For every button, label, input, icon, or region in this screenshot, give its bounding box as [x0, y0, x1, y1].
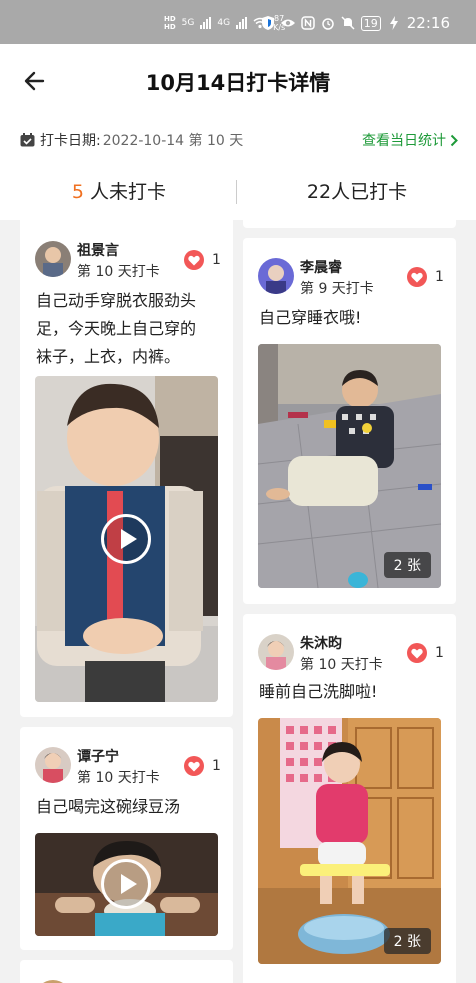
post-card[interactable]: 李晨睿 第 9 天打卡 1 自己穿睡衣哦! 2 张: [243, 238, 456, 604]
nfc-icon: [301, 16, 315, 30]
like-button[interactable]: 1: [184, 250, 221, 270]
image-count-badge: 2 张: [383, 552, 431, 578]
alarm-icon: [321, 16, 335, 30]
like-count: 1: [212, 758, 221, 774]
play-icon[interactable]: [101, 514, 151, 564]
page-title: 10月14日打卡详情: [145, 71, 331, 95]
eye-icon: [280, 16, 295, 30]
status-bar-right: 19 22:16: [261, 14, 450, 32]
user-name[interactable]: 朱沐昀: [300, 633, 342, 653]
tab-unchecked[interactable]: 5 人未打卡: [0, 174, 238, 210]
avatar[interactable]: [35, 747, 71, 783]
tab-divider: [236, 180, 237, 204]
unchecked-count: 5: [71, 181, 85, 203]
heart-icon: [184, 250, 204, 270]
post-card[interactable]: 谭子宁 第 10 天打卡 1 自己喝完这碗绿豆汤: [20, 727, 233, 950]
signal-bars-icon: [236, 17, 248, 29]
page-header: 10月14日打卡详情 打卡日期: 2022-10-14 第 10 天 查看当日统…: [0, 44, 476, 220]
like-button[interactable]: 1: [407, 267, 444, 287]
post-image[interactable]: 2 张: [258, 344, 441, 588]
like-button[interactable]: 1: [184, 756, 221, 776]
video-thumbnail[interactable]: [35, 376, 218, 702]
like-count: 1: [435, 645, 444, 661]
like-button[interactable]: 1: [407, 643, 444, 663]
post-text: 自己穿睡衣哦!: [259, 308, 362, 327]
mute-icon: [341, 16, 355, 30]
checkin-date-label: 打卡日期:: [40, 133, 101, 149]
like-count: 1: [435, 269, 444, 285]
signal-4g-label: 4G: [217, 18, 231, 28]
video-thumbnail[interactable]: [35, 833, 218, 936]
post-card-tail: [243, 216, 456, 228]
checkin-date-value: 2022-10-14 第 10 天: [102, 133, 244, 149]
checkin-tabs: 5 人未打卡 22人已打卡: [0, 174, 476, 210]
user-name[interactable]: 谭子宁: [77, 746, 119, 766]
heart-icon: [184, 756, 204, 776]
daily-stats-link[interactable]: 查看当日统计: [362, 130, 458, 150]
checkin-day: 第 9 天打卡: [300, 281, 374, 297]
hd-indicator: HD HD: [164, 15, 176, 31]
signal-5g-label: 5G: [181, 18, 195, 28]
user-name[interactable]: 祖景言: [77, 240, 119, 260]
unchecked-label: 人未打卡: [84, 181, 167, 203]
avatar[interactable]: [258, 634, 294, 670]
heart-icon: [407, 643, 427, 663]
post-text: 自己动手穿脱衣服劲头 足，今天晚上自己穿的 袜子，上衣，内裤。: [36, 291, 197, 366]
checkin-day: 第 10 天打卡: [300, 657, 383, 673]
charging-icon: [387, 16, 401, 30]
calendar-icon: [20, 133, 35, 147]
daily-stats-link-label: 查看当日统计: [362, 133, 446, 149]
play-icon[interactable]: [101, 859, 151, 909]
post-card[interactable]: 朱沐昀 第 10 天打卡 1 睡前自己洗脚啦! 2 张: [243, 614, 456, 983]
like-count: 1: [212, 252, 221, 268]
checkin-date-row: 打卡日期: 2022-10-14 第 10 天: [20, 130, 243, 150]
heart-icon: [407, 267, 427, 287]
checkin-day: 第 10 天打卡: [77, 770, 160, 786]
avatar[interactable]: [35, 241, 71, 277]
checked-label: 22人已打卡: [306, 181, 408, 203]
tab-checked[interactable]: 22人已打卡: [238, 174, 476, 210]
post-text: 自己喝完这碗绿豆汤: [36, 797, 181, 816]
checkin-day: 第 10 天打卡: [77, 264, 160, 280]
battery-icon: 19: [360, 15, 381, 31]
image-count-badge: 2 张: [383, 928, 431, 954]
post-image[interactable]: 2 张: [258, 718, 441, 964]
post-card[interactable]: 祖景言 第 10 天打卡 1 自己动手穿脱衣服劲头 足，今天晚上自己穿的 袜子，…: [20, 220, 233, 717]
clock: 22:16: [406, 14, 450, 32]
user-name[interactable]: 李晨睿: [300, 257, 342, 277]
post-card[interactable]: [20, 960, 233, 983]
shield-icon: [261, 16, 275, 30]
avatar[interactable]: [258, 258, 294, 294]
signal-bars-icon: [200, 17, 212, 29]
post-text: 睡前自己洗脚啦!: [259, 682, 378, 701]
status-bar: HD HD 5G 4G 87 K/s 19 22:16: [0, 0, 476, 44]
chevron-right-icon: [450, 134, 458, 146]
